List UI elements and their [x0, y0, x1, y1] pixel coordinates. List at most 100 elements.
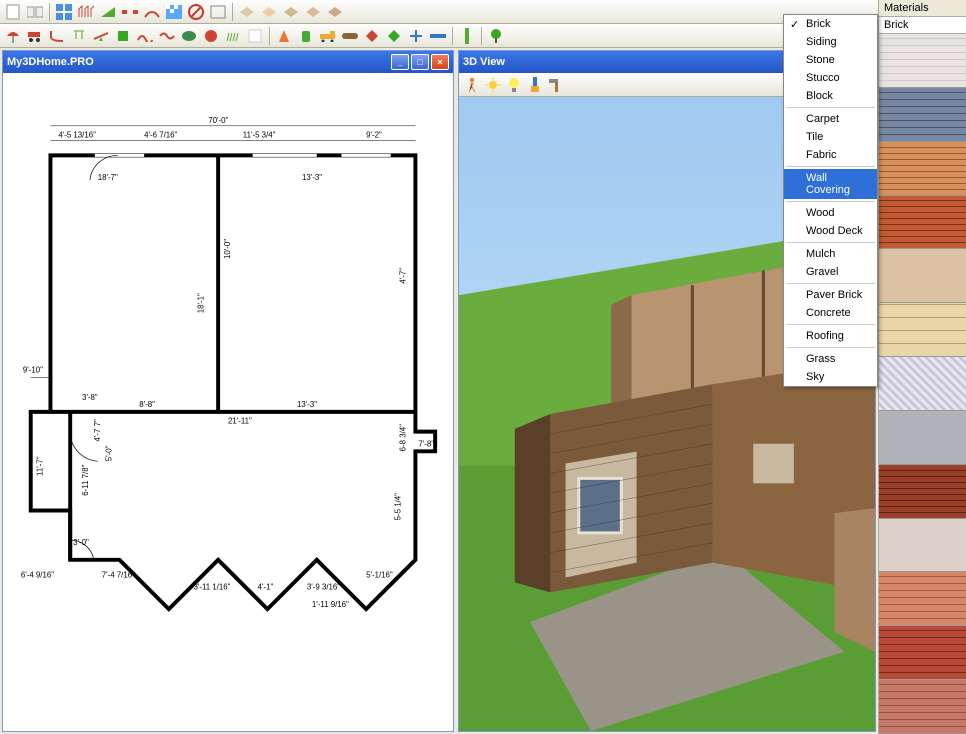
blank-icon[interactable] — [245, 26, 265, 46]
page-icon[interactable] — [3, 2, 23, 22]
dropdown-separator — [786, 347, 875, 348]
no-entry-icon[interactable] — [186, 2, 206, 22]
tree-icon[interactable] — [486, 26, 506, 46]
dropdown-item-tile[interactable]: Tile — [784, 128, 877, 146]
material-swatch[interactable] — [879, 357, 966, 411]
dim-label: 5-5 1/4" — [394, 493, 403, 521]
close-button[interactable]: × — [431, 54, 449, 70]
dim-label: 6-11 7/8" — [81, 464, 90, 495]
log-icon[interactable] — [340, 26, 360, 46]
material-swatch[interactable] — [879, 519, 966, 573]
grid-blue-icon[interactable] — [54, 2, 74, 22]
dim-label: 4'-6 7/16" — [144, 131, 177, 140]
dropdown-item-brick[interactable]: Brick — [784, 15, 877, 33]
window-3d-title: 3D View — [463, 56, 505, 68]
walk-icon[interactable] — [463, 76, 481, 94]
truck-icon[interactable] — [318, 26, 338, 46]
materials-sidebar: Materials Brick — [878, 0, 966, 734]
sidebar-category[interactable]: Brick — [879, 17, 966, 34]
titlebar-2d[interactable]: My3DHome.PRO _ □ × — [3, 51, 453, 73]
material-swatch[interactable] — [879, 465, 966, 519]
dim-label: 1'-11 9/16" — [312, 600, 349, 609]
dim-label: 7'-8" — [418, 439, 434, 448]
dim-label: 3'-9 3/16" — [307, 582, 340, 591]
vertical-bar-icon[interactable] — [457, 26, 477, 46]
umbrella-icon[interactable] — [3, 26, 23, 46]
dropdown-item-sky[interactable]: Sky — [784, 368, 877, 386]
material-swatch[interactable] — [879, 196, 966, 250]
dropdown-item-gravel[interactable]: Gravel — [784, 263, 877, 281]
seesaw-icon[interactable] — [91, 26, 111, 46]
checkered-icon[interactable] — [164, 2, 184, 22]
minimize-button[interactable]: _ — [391, 54, 409, 70]
fence-red-icon[interactable] — [76, 2, 96, 22]
floorplan-canvas[interactable]: 4'-5 13/16" 70'-0" 4'-6 7/16" 11'-5 3/4"… — [3, 73, 453, 731]
hammer-icon[interactable] — [547, 76, 565, 94]
dropdown-item-mulch[interactable]: Mulch — [784, 245, 877, 263]
sun-icon[interactable] — [484, 76, 502, 94]
curve-red-icon[interactable] — [135, 26, 155, 46]
material-swatch[interactable] — [879, 249, 966, 303]
pond-icon[interactable] — [179, 26, 199, 46]
dropdown-item-stucco[interactable]: Stucco — [784, 69, 877, 87]
swing-icon[interactable] — [69, 26, 89, 46]
dropdown-separator — [786, 166, 875, 167]
tile3-icon[interactable] — [281, 2, 301, 22]
green-flag-icon[interactable] — [113, 26, 133, 46]
tile5-icon[interactable] — [325, 2, 345, 22]
dim-label: 3'-8" — [82, 393, 98, 402]
material-swatch[interactable] — [879, 34, 966, 88]
material-swatch[interactable] — [879, 411, 966, 465]
material-swatch[interactable] — [879, 680, 966, 734]
grass-icon[interactable] — [223, 26, 243, 46]
frame-icon[interactable] — [208, 2, 228, 22]
maximize-button[interactable]: □ — [411, 54, 429, 70]
tile2-icon[interactable] — [259, 2, 279, 22]
dim-label: 70'-0" — [208, 116, 228, 125]
dropdown-item-concrete[interactable]: Concrete — [784, 304, 877, 322]
swatch-list[interactable] — [879, 34, 966, 734]
dim-label: 21'-11" — [228, 417, 252, 426]
dim-label: 4'-5 13/16" — [58, 131, 96, 140]
dropdown-item-carpet[interactable]: Carpet — [784, 110, 877, 128]
material-swatch[interactable] — [879, 626, 966, 680]
slope-green-icon[interactable] — [98, 2, 118, 22]
ball-icon[interactable] — [201, 26, 221, 46]
dropdown-item-block[interactable]: Block — [784, 87, 877, 105]
dropdown-item-wall-covering[interactable]: Wall Covering — [784, 169, 877, 199]
dropdown-item-stone[interactable]: Stone — [784, 51, 877, 69]
dropdown-item-grass[interactable]: Grass — [784, 350, 877, 368]
dim-label: 10'-0" — [223, 239, 232, 259]
dropdown-item-paver-brick[interactable]: Paver Brick — [784, 286, 877, 304]
slide-icon[interactable] — [47, 26, 67, 46]
s-curve-icon[interactable] — [157, 26, 177, 46]
book-icon[interactable] — [25, 2, 45, 22]
brush-icon[interactable] — [526, 76, 544, 94]
material-swatch[interactable] — [879, 88, 966, 142]
cone-icon[interactable] — [274, 26, 294, 46]
material-swatch[interactable] — [879, 303, 966, 357]
bulb-icon[interactable] — [505, 76, 523, 94]
dim-label: 11'-7" — [36, 456, 45, 476]
dim-label: 6-8 3/4" — [399, 424, 408, 452]
dropdown-item-wood-deck[interactable]: Wood Deck — [784, 222, 877, 240]
bridge-icon[interactable] — [142, 2, 162, 22]
plus-icon[interactable] — [406, 26, 426, 46]
materials-dropdown[interactable]: BrickSidingStoneStuccoBlock CarpetTileFab… — [783, 14, 878, 387]
dim-label: 18'-1" — [196, 293, 205, 313]
material-swatch[interactable] — [879, 572, 966, 626]
dropdown-item-fabric[interactable]: Fabric — [784, 146, 877, 164]
diamond-icon[interactable] — [362, 26, 382, 46]
wagon-icon[interactable] — [25, 26, 45, 46]
dropdown-item-roofing[interactable]: Roofing — [784, 327, 877, 345]
bar-blue-icon[interactable] — [428, 26, 448, 46]
barrel-icon[interactable] — [296, 26, 316, 46]
dim-label: 4'-7" — [399, 268, 408, 284]
tile1-icon[interactable] — [237, 2, 257, 22]
dropdown-item-wood[interactable]: Wood — [784, 204, 877, 222]
gap-icon[interactable] — [120, 2, 140, 22]
green-diamond-icon[interactable] — [384, 26, 404, 46]
tile4-icon[interactable] — [303, 2, 323, 22]
material-swatch[interactable] — [879, 142, 966, 196]
dropdown-item-siding[interactable]: Siding — [784, 33, 877, 51]
